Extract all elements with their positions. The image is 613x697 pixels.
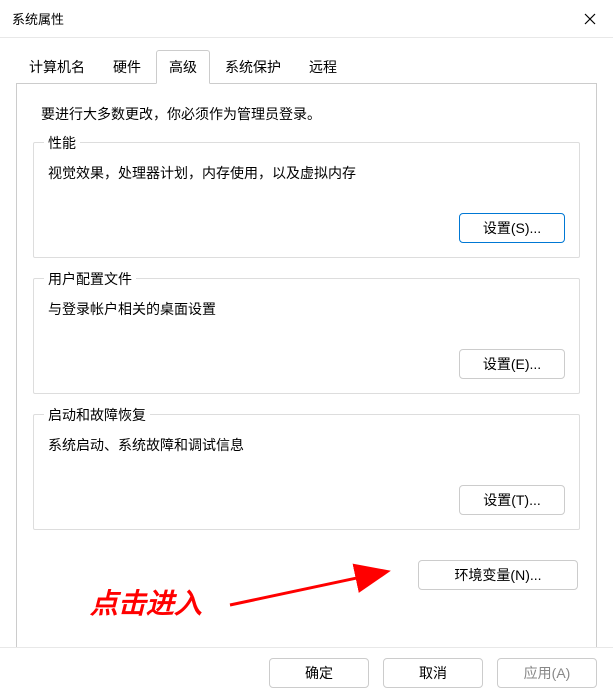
startup-settings-button[interactable]: 设置(T)...: [459, 485, 565, 515]
environment-variables-button[interactable]: 环境变量(N)...: [418, 560, 578, 590]
tab-system-protection[interactable]: 系统保护: [212, 50, 294, 83]
admin-notice: 要进行大多数更改，你必须作为管理员登录。: [33, 104, 580, 124]
group-performance-desc: 视觉效果，处理器计划，内存使用，以及虚拟内存: [48, 163, 565, 183]
apply-button[interactable]: 应用(A): [497, 658, 597, 688]
group-startup: 启动和故障恢复 系统启动、系统故障和调试信息 设置(T)...: [33, 414, 580, 530]
group-userprofile: 用户配置文件 与登录帐户相关的桌面设置 设置(E)...: [33, 278, 580, 394]
userprofile-settings-button[interactable]: 设置(E)...: [459, 349, 565, 379]
tab-strip: 计算机名 硬件 高级 系统保护 远程: [0, 38, 613, 83]
ok-button[interactable]: 确定: [269, 658, 369, 688]
dialog-footer: 确定 取消 应用(A): [0, 647, 613, 697]
tab-advanced[interactable]: 高级: [156, 50, 210, 84]
cancel-button[interactable]: 取消: [383, 658, 483, 688]
group-userprofile-title: 用户配置文件: [44, 269, 136, 289]
group-performance: 性能 视觉效果，处理器计划，内存使用，以及虚拟内存 设置(S)...: [33, 142, 580, 258]
titlebar: 系统属性: [0, 0, 613, 38]
tab-remote[interactable]: 远程: [296, 50, 350, 83]
tab-computer-name[interactable]: 计算机名: [16, 50, 98, 83]
group-performance-title: 性能: [44, 133, 80, 153]
performance-settings-button[interactable]: 设置(S)...: [459, 213, 565, 243]
group-startup-desc: 系统启动、系统故障和调试信息: [48, 435, 565, 455]
group-startup-title: 启动和故障恢复: [44, 405, 150, 425]
window-title: 系统属性: [12, 9, 64, 28]
group-userprofile-desc: 与登录帐户相关的桌面设置: [48, 299, 565, 319]
close-button[interactable]: [567, 0, 613, 38]
tab-content-advanced: 要进行大多数更改，你必须作为管理员登录。 性能 视觉效果，处理器计划，内存使用，…: [16, 83, 597, 651]
close-icon: [584, 13, 596, 25]
tab-hardware[interactable]: 硬件: [100, 50, 154, 83]
